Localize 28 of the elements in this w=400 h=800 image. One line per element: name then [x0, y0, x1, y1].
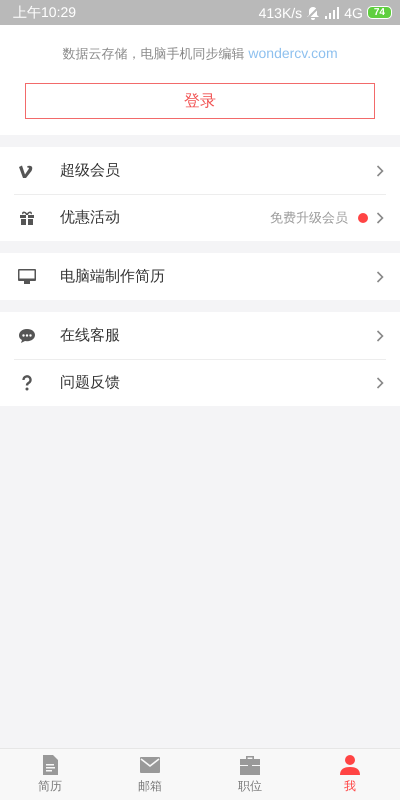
tab-item[interactable]: 职位 [200, 749, 300, 800]
battery-level: 74 [366, 6, 392, 19]
clock-time: 上午10:29 [13, 4, 76, 22]
tab-item[interactable]: 我 [300, 749, 400, 800]
menu-item[interactable]: 超级会员 [60, 161, 376, 180]
bell-muted-icon [306, 6, 320, 20]
chevron-right-icon [376, 330, 384, 342]
monitor-icon [18, 268, 36, 286]
network-type: 4G [344, 4, 363, 20]
signal-icon [324, 6, 340, 20]
login-button[interactable]: 登录 [25, 83, 375, 119]
menu-item[interactable]: 在线客服 [60, 326, 376, 345]
menu-item[interactable]: 问题反馈 [60, 373, 376, 392]
chevron-right-icon [376, 270, 384, 282]
chevron-right-icon [376, 212, 384, 224]
tab-item[interactable]: 简历 [0, 749, 100, 800]
chat-bubble-icon [18, 326, 36, 344]
menu-item[interactable]: 优惠活动 [60, 208, 270, 227]
gift-icon [18, 208, 36, 226]
menu-note: 免费升级会员 [270, 210, 348, 226]
mail-icon [139, 754, 161, 776]
tab-item[interactable]: 邮箱 [100, 749, 200, 800]
chevron-right-icon [376, 376, 384, 388]
person-icon [339, 754, 361, 776]
briefcase-icon [239, 754, 261, 776]
tagline-text: 数据云存储，电脑手机同步编辑 [62, 46, 244, 63]
network-speed: 413K/s [258, 4, 302, 20]
chevron-right-icon [376, 164, 384, 176]
